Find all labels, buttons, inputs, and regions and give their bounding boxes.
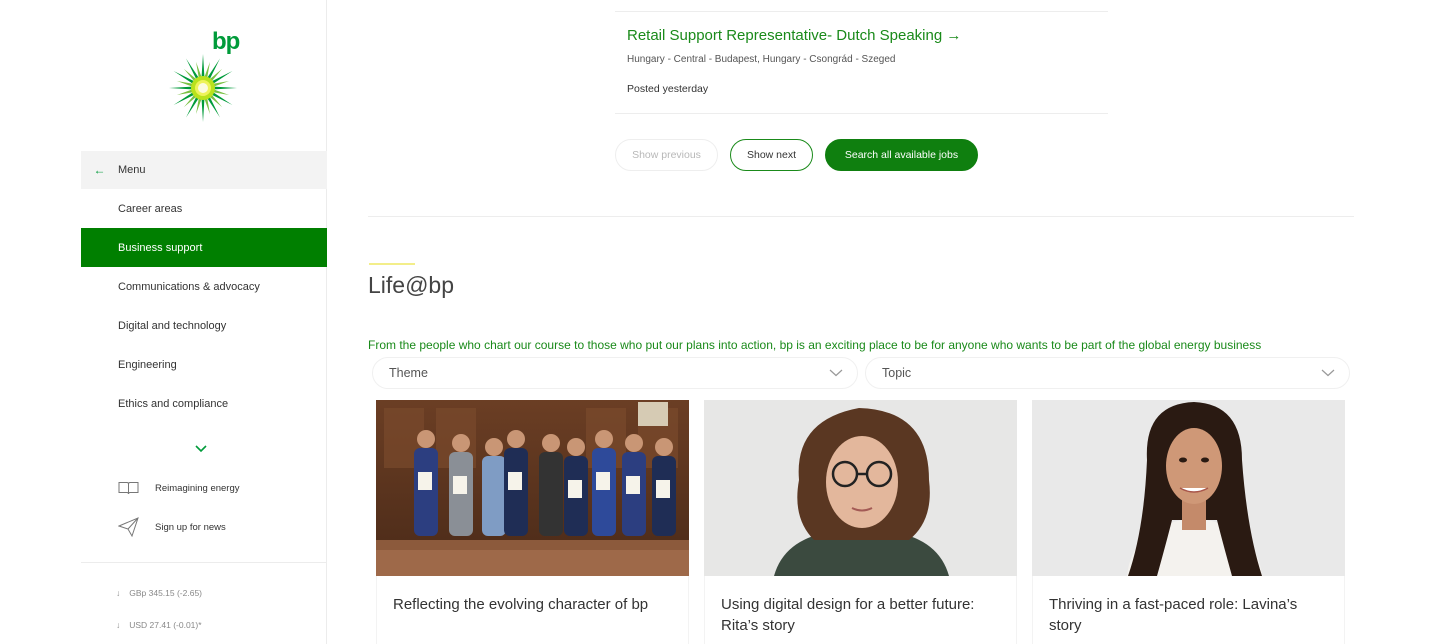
sidebar-item-career-areas[interactable]: Career areas xyxy=(81,189,327,228)
story-image-portrait-lavina xyxy=(1032,400,1345,576)
section-intro: From the people who chart our course to … xyxy=(368,338,1262,352)
search-all-jobs-button[interactable]: Search all available jobs xyxy=(825,139,978,171)
story-card-title: Reflecting the evolving character of bp xyxy=(376,576,689,644)
story-image-group-photo xyxy=(376,400,689,576)
divider xyxy=(615,11,1108,12)
sidebar: bp ← Menu Career areas Business support … xyxy=(81,0,327,644)
section-accent-line xyxy=(369,263,415,265)
nav-fade-overlay xyxy=(118,438,121,449)
story-card-title: Thriving in a fast-paced role: Lavina’s … xyxy=(1032,576,1345,644)
sidebar-item-label: Communications & advocacy xyxy=(118,280,260,293)
sign-up-news-label: Sign up for news xyxy=(155,521,226,533)
story-image-portrait-rita xyxy=(704,400,1017,576)
bp-logo[interactable]: bp xyxy=(167,28,241,124)
show-previous-button[interactable]: Show previous xyxy=(615,139,718,171)
sidebar-item-label: Digital and technology xyxy=(118,319,227,332)
story-card[interactable]: Using digital design for a better future… xyxy=(704,400,1017,644)
topic-select[interactable]: Topic xyxy=(865,357,1350,389)
sidebar-item-digital[interactable]: Digital and technology xyxy=(81,306,327,345)
reimagining-energy-link[interactable]: Reimagining energy xyxy=(118,481,240,495)
arrow-down-icon: ↓ xyxy=(116,620,121,630)
share-price-usd: ↓ USD 27.41 (-0.01)* xyxy=(116,620,202,630)
theme-select-label: Theme xyxy=(389,366,428,380)
reimagining-energy-label: Reimagining energy xyxy=(155,482,240,494)
helios-icon xyxy=(169,54,237,122)
section-divider xyxy=(368,216,1354,217)
story-card-title: Using digital design for a better future… xyxy=(704,576,1017,644)
sign-up-news-link[interactable]: Sign up for news xyxy=(118,517,226,537)
sidebar-item-communications[interactable]: Communications & advocacy xyxy=(81,267,327,306)
paper-plane-icon xyxy=(118,517,139,537)
job-posted-date: Posted yesterday xyxy=(627,83,709,95)
section-title: Life@bp xyxy=(368,272,455,298)
job-title-link[interactable]: Retail Support Representative- Dutch Spe… xyxy=(627,27,961,44)
sidebar-item-label: Career areas xyxy=(118,202,183,215)
divider xyxy=(615,113,1108,114)
job-location: Hungary - Central - Budapest, Hungary - … xyxy=(627,54,896,65)
share-price-gbp: ↓ GBp 345.15 (-2.65) xyxy=(116,588,202,598)
book-icon xyxy=(118,482,139,495)
story-card[interactable]: Thriving in a fast-paced role: Lavina’s … xyxy=(1032,400,1345,644)
chevron-down-icon[interactable] xyxy=(195,440,207,456)
story-card[interactable]: Reflecting the evolving character of bp xyxy=(376,400,689,644)
sidebar-nav: Career areas Business support Communicat… xyxy=(81,189,327,423)
menu-label: Menu xyxy=(118,164,146,176)
chevron-down-icon xyxy=(829,369,843,377)
topic-select-label: Topic xyxy=(882,366,912,380)
sidebar-item-ethics[interactable]: Ethics and compliance xyxy=(81,384,327,423)
show-next-button[interactable]: Show next xyxy=(730,139,813,171)
sidebar-item-engineering[interactable]: Engineering xyxy=(81,345,327,384)
sidebar-item-business-support[interactable]: Business support xyxy=(81,228,327,267)
theme-select[interactable]: Theme xyxy=(372,357,858,389)
chevron-down-icon xyxy=(1321,369,1335,377)
sidebar-item-label: Engineering xyxy=(118,358,177,371)
sidebar-item-label: Business support xyxy=(118,241,203,254)
arrow-down-icon: ↓ xyxy=(116,588,121,598)
share-price-gbp-text: GBp 345.15 (-2.65) xyxy=(129,588,203,598)
back-arrow-icon: ← xyxy=(93,163,106,177)
menu-back-button[interactable]: ← Menu xyxy=(81,151,327,189)
sidebar-divider xyxy=(81,562,327,563)
sidebar-item-label: Ethics and compliance xyxy=(118,397,229,410)
share-price-usd-text: USD 27.41 (-0.01)* xyxy=(129,620,202,630)
